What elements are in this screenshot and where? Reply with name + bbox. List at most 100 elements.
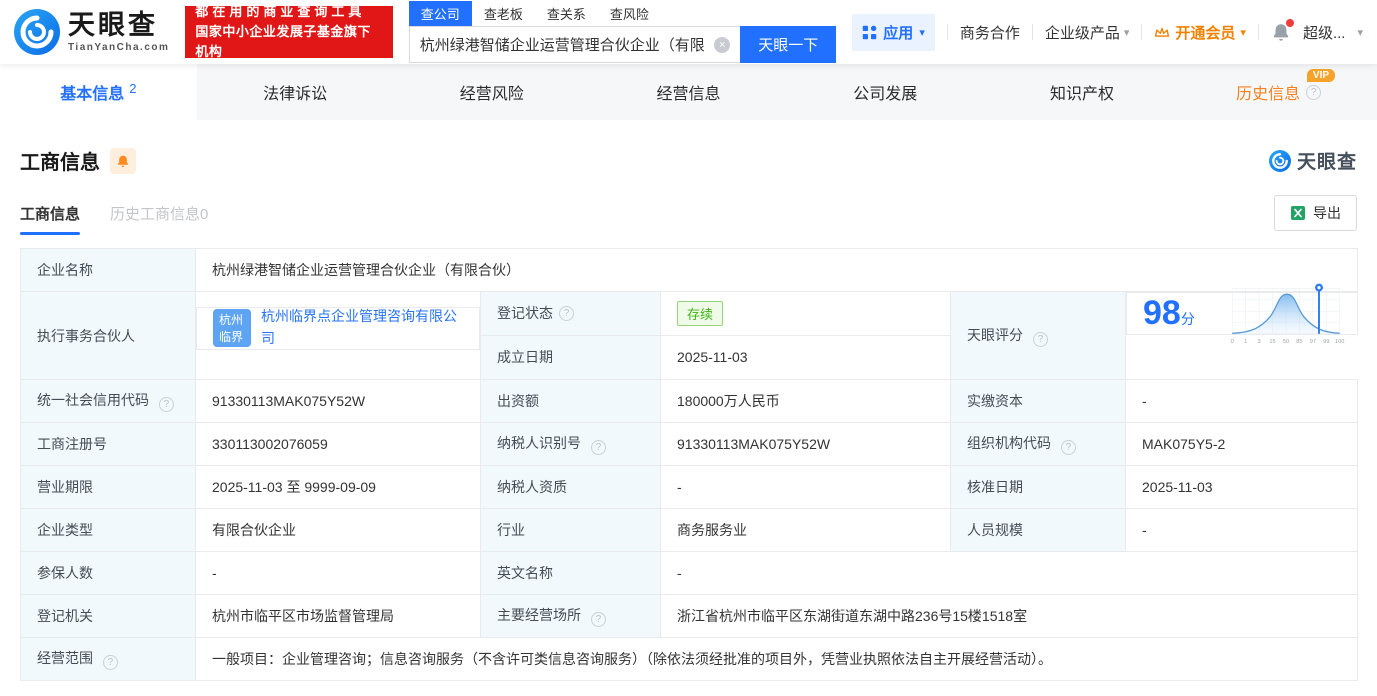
- score-value[interactable]: 98分 0 1 3 15 50 85 97 99 100: [1126, 283, 1358, 345]
- help-icon[interactable]: ?: [590, 612, 606, 627]
- clear-icon[interactable]: ×: [714, 36, 731, 53]
- monitor-bell-button[interactable]: [110, 147, 136, 174]
- tab-basic-label: 基本信息: [60, 86, 125, 103]
- tab-intellectual-property[interactable]: 知识产权: [984, 64, 1181, 120]
- subtab-history-business-info[interactable]: 历史工商信息0: [110, 203, 208, 235]
- search-block: 查公司 查老板 查关系 查风险 × 天眼一下: [408, 1, 837, 63]
- tab-ip-label: 知识产权: [1049, 86, 1114, 103]
- tab-operation-label: 经营信息: [656, 86, 721, 103]
- tab-history-info[interactable]: VIP 历史信息 ?: [1180, 64, 1377, 120]
- subtab-business-info[interactable]: 工商信息: [20, 203, 81, 235]
- tab-basic-info[interactable]: 基本信息 2: [0, 64, 197, 120]
- table-row: 企业名称 杭州绿港智储企业运营管理合伙企业（有限合伙）: [20, 248, 1359, 292]
- org-code-label: 组织机构代码 ?: [950, 422, 1126, 466]
- help-icon[interactable]: ?: [1306, 84, 1322, 100]
- nav-enterprise-products[interactable]: 企业级产品 ▾: [1045, 22, 1130, 43]
- apps-label: 应用: [883, 24, 914, 42]
- nav-cooperation[interactable]: 商务合作: [960, 22, 1020, 43]
- partner-company-link[interactable]: 杭州临界点企业管理咨询有限公司: [261, 306, 463, 349]
- approval-date-label: 核准日期: [950, 465, 1126, 509]
- export-label: 导出: [1313, 205, 1341, 221]
- paid-capital-value: -: [1124, 379, 1359, 423]
- search-input[interactable]: [409, 27, 741, 62]
- english-name-value: -: [659, 551, 1359, 595]
- crown-icon: [1154, 26, 1170, 39]
- score-unit: 分: [1180, 311, 1195, 327]
- search-tab-boss[interactable]: 查老板: [472, 1, 535, 26]
- divider: [1141, 24, 1143, 40]
- caret-down-icon: ▾: [1357, 26, 1363, 39]
- label-text: 工商注册号: [37, 436, 107, 452]
- partner-label: 执行事务合伙人: [20, 291, 196, 380]
- industry-label: 行业: [480, 508, 661, 552]
- watermark-logo: 天眼查: [1268, 147, 1357, 174]
- capital-value: 180000万人民币: [660, 379, 951, 423]
- search-tab-company[interactable]: 查公司: [408, 1, 472, 26]
- score-distribution-chart: 0 1 3 15 50 85 97 99 100: [1230, 283, 1344, 345]
- table-row: 执行事务合伙人 杭州 临界 杭州临界点企业管理咨询有限公司 登记状态 ? 存续: [20, 283, 1358, 380]
- excel-icon: [1290, 205, 1306, 221]
- business-term-label: 营业期限: [20, 465, 196, 509]
- staff-size-value: -: [1124, 508, 1359, 552]
- top-header: 天眼查 TianYanCha.com 都在用的商业查询工具 国家中小企业发展子基…: [0, 0, 1377, 64]
- tab-operating-info[interactable]: 经营信息: [590, 64, 787, 120]
- industry-value: 商务服务业: [660, 508, 951, 552]
- label-text: 组织机构代码: [967, 435, 1051, 451]
- business-info-table: 企业名称 杭州绿港智储企业运营管理合伙企业（有限合伙） 执行事务合伙人 杭州 临…: [20, 248, 1359, 681]
- label-text: 行业: [497, 522, 525, 538]
- label-text: 营业期限: [37, 479, 93, 495]
- table-row: 统一社会信用代码 ? 91330113MAK075Y52W 出资额 180000…: [20, 379, 1359, 423]
- notification-bell-icon[interactable]: [1271, 19, 1294, 42]
- apps-menu[interactable]: 应用 ▾: [852, 13, 935, 51]
- top-nav: 应用 ▾ 商务合作 企业级产品 ▾ 开通会员 ▾ 超级... ▾: [852, 13, 1363, 51]
- tab-history-label: 历史信息: [1236, 86, 1301, 103]
- company-avatar[interactable]: 杭州 临界: [213, 309, 251, 347]
- tab-operating-risk[interactable]: 经营风险: [393, 64, 590, 120]
- apps-grid-icon: [862, 25, 877, 40]
- label-text: 登记机关: [37, 608, 93, 624]
- help-icon[interactable]: ?: [158, 397, 174, 412]
- tab-legal-label: 法律诉讼: [263, 86, 328, 103]
- label-text: 登记状态: [497, 305, 553, 322]
- help-icon[interactable]: ?: [590, 440, 606, 455]
- brand-name: 天眼查: [68, 9, 158, 40]
- bell-icon: [117, 155, 129, 167]
- tianyancha-logo-icon: [14, 9, 60, 55]
- credit-code-value: 91330113MAK075Y52W: [195, 379, 481, 423]
- watermark-logo-icon: [1268, 149, 1291, 172]
- table-row: 经营范围 ? 一般项目：企业管理咨询；信息咨询服务（不含许可类信息咨询服务）（除…: [20, 637, 1359, 681]
- help-icon[interactable]: ?: [1032, 331, 1048, 347]
- svg-text:1: 1: [1244, 339, 1247, 345]
- status-badge: 存续: [677, 300, 724, 326]
- help-icon[interactable]: ?: [102, 655, 118, 670]
- search-input-wrap: ×: [408, 26, 741, 63]
- english-name-label: 英文名称: [480, 551, 661, 595]
- brand-domain: TianYanCha.com: [68, 41, 170, 53]
- insured-label: 参保人数: [20, 551, 196, 595]
- help-icon[interactable]: ?: [559, 305, 574, 321]
- taxpayer-id-label: 纳税人识别号 ?: [480, 422, 661, 466]
- business-site-value: 浙江省杭州市临平区东湖街道东湖中路236号15楼1518室: [659, 594, 1359, 638]
- tianyancha-logo[interactable]: 天眼查 TianYanCha.com: [14, 9, 169, 55]
- label-text: 核准日期: [967, 479, 1023, 495]
- nav-open-vip[interactable]: 开通会员 ▾: [1154, 22, 1246, 43]
- help-icon[interactable]: ?: [1060, 440, 1076, 455]
- search-tab-risk[interactable]: 查风险: [598, 1, 661, 26]
- avatar-line2: 临界: [219, 329, 244, 344]
- nav-account[interactable]: 超级... ▾: [1303, 22, 1363, 43]
- staff-size-label: 人员规模: [950, 508, 1126, 552]
- divider: [1031, 24, 1033, 40]
- search-tab-relation[interactable]: 查关系: [535, 1, 598, 26]
- establish-date-label: 成立日期: [481, 335, 661, 379]
- svg-text:97: 97: [1309, 339, 1315, 345]
- label-text: 英文名称: [497, 565, 553, 581]
- tab-company-development[interactable]: 公司发展: [787, 64, 984, 120]
- export-button[interactable]: 导出: [1274, 195, 1357, 231]
- business-site-label: 主要经营场所 ?: [480, 594, 661, 638]
- svg-text:50: 50: [1282, 339, 1288, 345]
- search-button[interactable]: 天眼一下: [740, 26, 837, 63]
- business-scope-value: 一般项目：企业管理咨询；信息咨询服务（不含许可类信息咨询服务）（除依法须经批准的…: [194, 637, 1359, 681]
- tab-legal-proceedings[interactable]: 法律诉讼: [197, 64, 394, 120]
- reg-number-value: 330113002076059: [195, 422, 481, 466]
- company-type-label: 企业类型: [20, 508, 196, 552]
